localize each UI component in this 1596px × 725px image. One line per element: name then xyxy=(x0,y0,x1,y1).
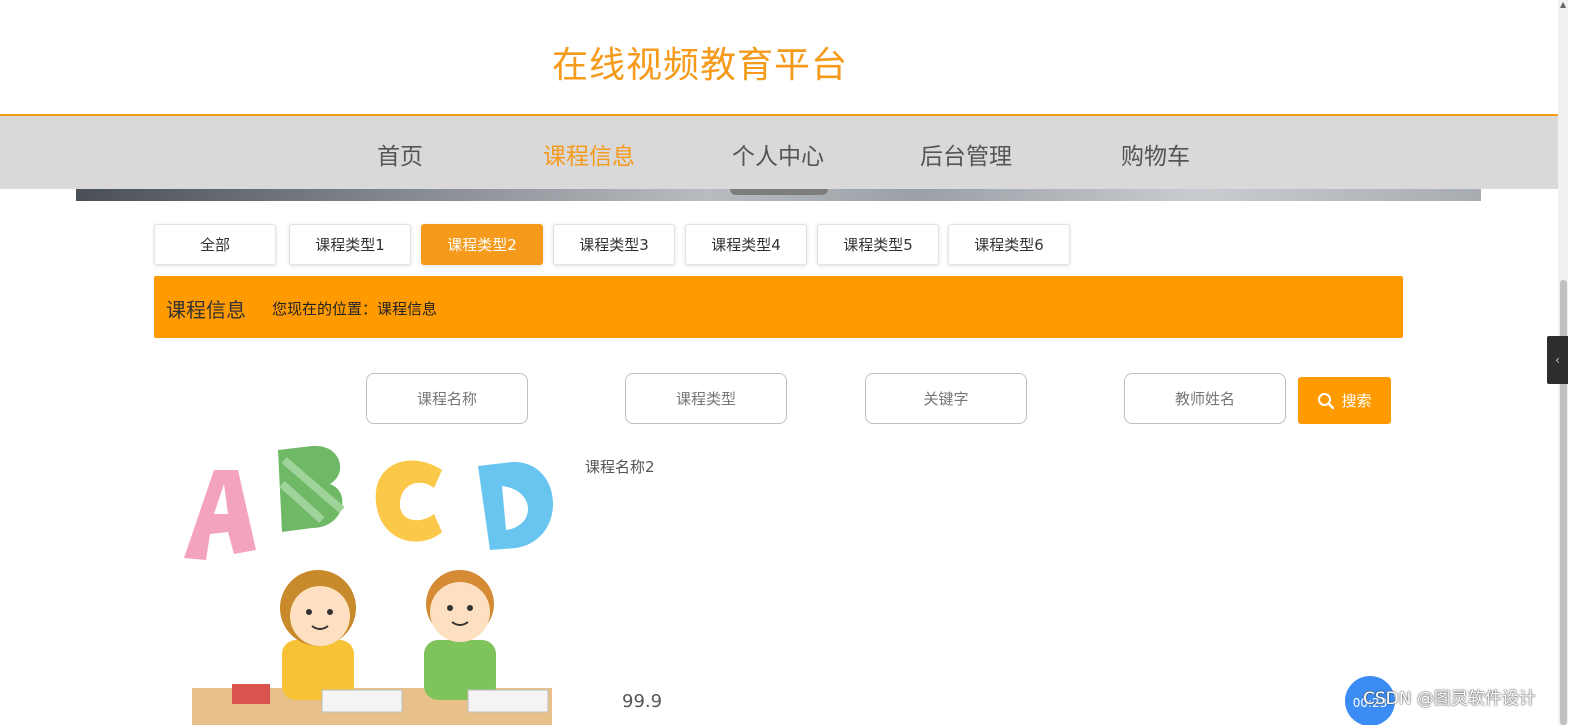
letter-b-graphic xyxy=(278,445,345,532)
breadcrumb-bar: 课程信息 您现在的位置：课程信息 xyxy=(154,276,1403,338)
nav-item-personal-center[interactable]: 个人中心 xyxy=(732,137,824,171)
letter-d-graphic xyxy=(478,461,554,550)
tab-course-type-6[interactable]: 课程类型6 xyxy=(948,224,1070,265)
search-button[interactable]: 搜索 xyxy=(1298,377,1391,424)
tab-course-type-1[interactable]: 课程类型1 xyxy=(289,224,411,265)
tab-course-type-3[interactable]: 课程类型3 xyxy=(553,224,675,265)
main-nav: 首页 课程信息 个人中心 后台管理 购物车 xyxy=(0,116,1558,189)
breadcrumb: 您现在的位置：课程信息 xyxy=(272,300,438,318)
search-icon xyxy=(1318,392,1335,409)
section-title: 课程信息 xyxy=(166,298,246,322)
course-name[interactable]: 课程名称2 xyxy=(585,456,655,477)
letter-a-graphic xyxy=(184,470,256,560)
site-title: 在线视频教育平台 xyxy=(552,45,849,86)
tab-course-type-5[interactable]: 课程类型5 xyxy=(817,224,939,265)
site-header: 在线视频教育平台 xyxy=(0,0,1568,116)
nav-item-course-info[interactable]: 课程信息 xyxy=(543,137,635,171)
course-name-input[interactable] xyxy=(366,373,528,424)
tab-course-type-4[interactable]: 课程类型4 xyxy=(685,224,807,265)
course-type-input[interactable] xyxy=(625,373,787,424)
carousel-indicators[interactable] xyxy=(730,189,828,195)
keyword-input[interactable] xyxy=(865,373,1027,424)
chevron-left-icon: ‹ xyxy=(1555,353,1560,367)
search-button-label: 搜索 xyxy=(1341,392,1372,410)
watermark: CSDN @图灵软件设计 xyxy=(1363,689,1536,709)
teacher-name-input[interactable] xyxy=(1124,373,1286,424)
course-thumbnail[interactable] xyxy=(172,440,570,725)
nav-item-admin[interactable]: 后台管理 xyxy=(920,137,1012,171)
scroll-up-icon[interactable]: ▲ xyxy=(1560,0,1566,9)
boy-student-graphic xyxy=(424,570,496,700)
side-panel-toggle[interactable]: ‹ xyxy=(1547,336,1568,384)
tab-course-type-2[interactable]: 课程类型2 xyxy=(421,224,543,265)
course-price: 99.9 xyxy=(622,691,663,712)
nav-item-cart[interactable]: 购物车 xyxy=(1121,137,1190,171)
tab-all[interactable]: 全部 xyxy=(154,224,276,265)
nav-item-home[interactable]: 首页 xyxy=(377,137,423,171)
girl-student-graphic xyxy=(280,570,356,700)
letter-c-graphic xyxy=(375,460,442,542)
